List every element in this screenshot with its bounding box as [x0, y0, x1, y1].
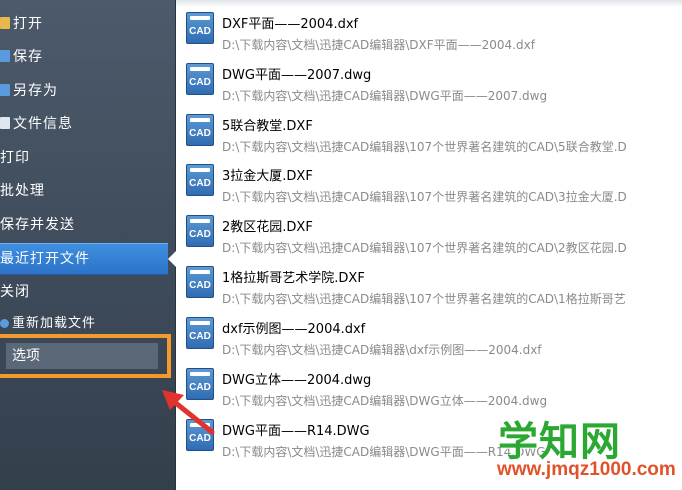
cad-file-icon: CAD	[186, 12, 214, 44]
file-path: D:\下载内容\文档\迅捷CAD编辑器\107个世界著名建筑的CAD\2教区花园…	[222, 241, 627, 255]
options-highlight-box: 选项	[0, 334, 171, 378]
file-path: D:\下载内容\文档\迅捷CAD编辑器\107个世界著名建筑的CAD\3拉金大厦…	[222, 190, 627, 204]
list-item[interactable]: CAD DXF平面——2004.dxf D:\下载内容\文档\迅捷CAD编辑器\…	[186, 6, 682, 54]
file-name: DWG平面——2007.dwg	[222, 68, 372, 83]
file-name: DWG立体——2004.dwg	[222, 373, 372, 388]
menu-item-close[interactable]: 关闭	[0, 277, 168, 307]
save-as-icon	[0, 84, 10, 96]
file-name: 3拉金大厦.DXF	[222, 169, 313, 184]
cad-file-icon: CAD	[186, 317, 214, 349]
list-item[interactable]: CAD 5联合教堂.DXF D:\下载内容\文档\迅捷CAD编辑器\107个世界…	[186, 108, 682, 156]
list-item[interactable]: CAD DWG立体——2004.dwg D:\下载内容\文档\迅捷CAD编辑器\…	[186, 362, 682, 410]
cad-file-icon: CAD	[186, 114, 214, 146]
cad-file-icon: CAD	[186, 215, 214, 247]
file-name: 1格拉斯哥艺术学院.DXF	[222, 271, 365, 286]
red-arrow-icon	[162, 390, 215, 435]
menu-item-batch[interactable]: 批处理	[0, 176, 168, 206]
list-item[interactable]: CAD DWG平面——2007.dwg D:\下载内容\文档\迅捷CAD编辑器\…	[186, 57, 682, 105]
list-item[interactable]: CAD 1格拉斯哥艺术学院.DXF D:\下载内容\文档\迅捷CAD编辑器\10…	[186, 260, 682, 308]
file-name: 5联合教堂.DXF	[222, 119, 313, 134]
file-path: D:\下载内容\文档\迅捷CAD编辑器\DXF平面——2004.dxf	[222, 38, 535, 52]
selection-pointer-icon	[168, 251, 176, 267]
list-item[interactable]: CAD 3拉金大厦.DXF D:\下载内容\文档\迅捷CAD编辑器\107个世界…	[186, 158, 682, 206]
menu-item-options[interactable]: 选项	[6, 343, 158, 369]
list-item[interactable]: CAD dxf示例图——2004.dxf D:\下载内容\文档\迅捷CAD编辑器…	[186, 311, 682, 359]
menu-item-recent-files[interactable]: 最近打开文件	[0, 243, 176, 275]
file-path: D:\下载内容\文档\迅捷CAD编辑器\dxf示例图——2004.dxf	[222, 343, 542, 357]
menu-item-print[interactable]: 打印	[0, 143, 168, 173]
save-icon	[0, 50, 10, 62]
cad-file-icon: CAD	[186, 266, 214, 298]
file-name: 2教区花园.DXF	[222, 220, 313, 235]
file-path: D:\下载内容\文档\迅捷CAD编辑器\107个世界著名建筑的CAD\5联合教堂…	[222, 140, 627, 154]
reload-icon	[0, 319, 9, 328]
menu-item-save[interactable]: 保存	[0, 42, 168, 72]
file-path: D:\下载内容\文档\迅捷CAD编辑器\DWG立体——2004.dwg	[222, 394, 548, 408]
menu-item-save-as[interactable]: 另存为	[0, 76, 168, 106]
watermark-url: www.jmqz1000.com	[497, 459, 676, 480]
folder-open-icon	[0, 17, 10, 29]
list-item[interactable]: CAD 2教区花园.DXF D:\下载内容\文档\迅捷CAD编辑器\107个世界…	[186, 209, 682, 257]
file-path: D:\下载内容\文档\迅捷CAD编辑器\DWG平面——2007.dwg	[222, 89, 548, 103]
menu-item-open[interactable]: 打开	[0, 9, 168, 39]
cad-file-icon: CAD	[186, 164, 214, 196]
menu-item-save-send[interactable]: 保存并发送	[0, 210, 168, 240]
file-path: D:\下载内容\文档\迅捷CAD编辑器\107个世界著名建筑的CAD\1格拉斯哥…	[222, 292, 626, 306]
file-info-icon	[0, 117, 10, 129]
cad-file-icon: CAD	[186, 63, 214, 95]
menu-item-file-info[interactable]: 文件信息	[0, 109, 168, 139]
file-name: DXF平面——2004.dxf	[222, 17, 359, 32]
file-name: dxf示例图——2004.dxf	[222, 322, 366, 337]
file-name: DWG平面——R14.DWG	[222, 424, 370, 439]
